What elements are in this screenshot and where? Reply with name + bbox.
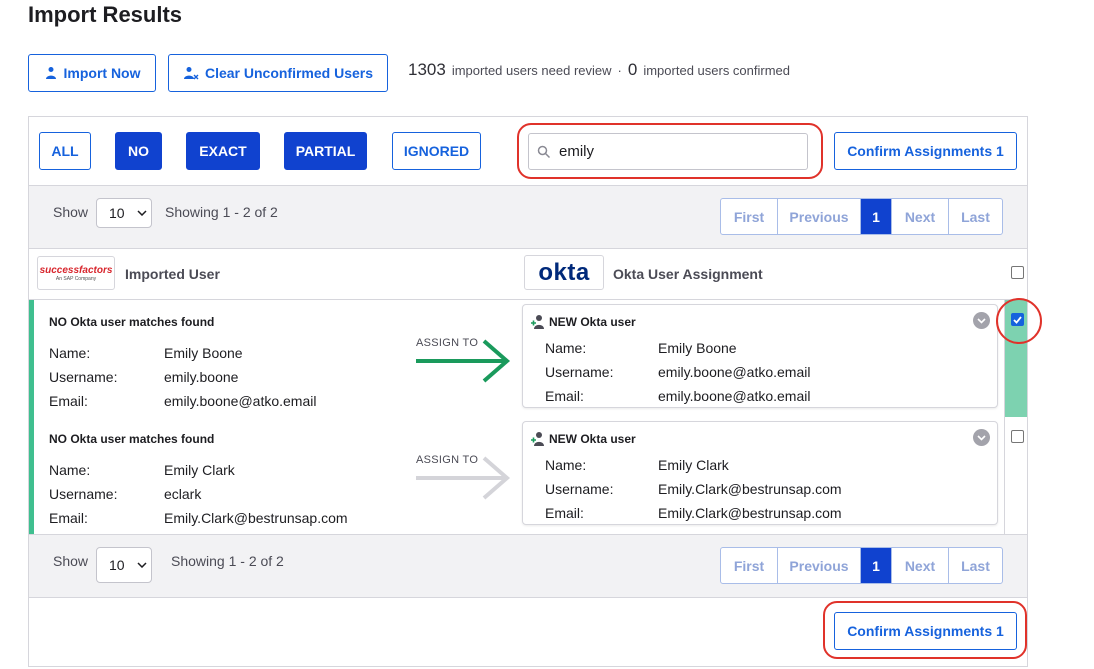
imported-username: emily.boone [164,369,239,385]
pager-previous[interactable]: Previous [778,199,861,234]
expand-chevron-icon[interactable] [973,429,990,446]
card-title: NEW Okta user [549,432,636,446]
import-summary: 1303 imported users need review · 0 impo… [408,60,790,80]
select-all-checkbox[interactable] [1011,266,1024,279]
pager-next[interactable]: Next [892,199,949,234]
sf-logo-sub: An SAP Company [55,275,97,282]
okta-logo: okta [524,255,604,290]
confirm-assignments-button-top[interactable]: Confirm Assignments 1 [834,132,1017,170]
summary-separator: · [617,63,622,78]
confirmed-count: 0 [627,60,638,79]
pager-first[interactable]: First [721,548,778,583]
filter-partial-button[interactable]: PARTIAL [284,132,367,170]
card-email-label: Email: [545,388,584,404]
card-username-label: Username: [545,364,614,380]
assign-arrow-icon [416,456,511,500]
pager-previous[interactable]: Previous [778,548,861,583]
pager-last[interactable]: Last [949,199,1002,234]
search-highlight-ring [517,123,823,179]
pager-top: First Previous 1 Next Last [720,198,1003,235]
card-name: Emily Boone [658,340,737,356]
card-username: emily.boone@atko.email [658,364,811,380]
showing-range-bottom: Showing 1 - 2 of 2 [171,553,284,569]
divider [29,185,1027,186]
pager-current[interactable]: 1 [861,199,892,234]
user-remove-icon [183,67,199,80]
import-now-label: Import Now [63,65,141,81]
page-size-value: 10 [109,205,125,221]
page-title: Import Results [28,2,183,27]
imported-email: emily.boone@atko.email [164,393,317,409]
import-now-button[interactable]: Import Now [28,54,156,92]
card-name-label: Name: [545,340,587,356]
assign-arrow-icon [416,339,511,383]
card-email: Emily.Clark@bestrunsap.com [658,505,842,521]
username-label: Username: [49,486,118,502]
imported-name: Emily Clark [164,462,235,478]
card-name: Emily Clark [658,457,729,473]
divider [29,248,1027,249]
show-label-bottom: Show [53,553,89,569]
new-user-icon [531,432,544,446]
card-email: emily.boone@atko.email [658,388,811,404]
sf-logo-text: successfactors [39,264,113,276]
imported-email: Emily.Clark@bestrunsap.com [164,510,348,526]
new-user-icon [531,315,544,329]
pager-next[interactable]: Next [892,548,949,583]
pager-first[interactable]: First [721,199,778,234]
card-title: NEW Okta user [549,315,636,329]
confirmed-text: imported users confirmed [643,63,791,78]
review-text: imported users need review [451,63,612,78]
filter-no-button[interactable]: NO [115,132,162,170]
pager-current[interactable]: 1 [861,548,892,583]
divider [29,597,1027,598]
card-username: Emily.Clark@bestrunsap.com [658,481,842,497]
card-email-label: Email: [545,505,584,521]
row-select-checkbox[interactable] [1011,430,1024,443]
name-label: Name: [49,462,91,478]
filter-all-button[interactable]: ALL [39,132,91,170]
filter-exact-button[interactable]: EXACT [186,132,260,170]
chevron-down-icon [137,210,147,216]
clear-unconfirmed-users-button[interactable]: Clear Unconfirmed Users [168,54,388,92]
card-username-label: Username: [545,481,614,497]
card-name-label: Name: [545,457,587,473]
checkbox-highlight-ring [996,298,1042,344]
imported-user-header: Imported User [125,266,220,282]
okta-assignment-header: Okta User Assignment [613,266,763,282]
filter-ignored-button[interactable]: IGNORED [392,132,481,170]
email-label: Email: [49,393,88,409]
match-status: NO Okta user matches found [49,315,215,329]
review-count: 1303 [408,60,446,79]
show-label-top: Show [53,204,89,220]
username-label: Username: [49,369,118,385]
imported-name: Emily Boone [164,345,243,361]
page-size-select-bottom[interactable]: 10 [96,547,152,583]
divider [29,299,1027,300]
page-size-value: 10 [109,557,125,573]
user-import-icon [45,67,56,79]
imported-username: eclark [164,486,202,502]
match-status-bar [29,300,34,534]
okta-assignment-card[interactable]: NEW Okta user Name: Emily Clark Username… [522,421,998,525]
clear-unconfirmed-label: Clear Unconfirmed Users [204,65,374,81]
page-size-select-top[interactable]: 10 [96,198,152,228]
showing-range-top: Showing 1 - 2 of 2 [165,204,278,220]
pager-bottom: First Previous 1 Next Last [720,547,1003,584]
email-label: Email: [49,510,88,526]
okta-assignment-card[interactable]: NEW Okta user Name: Emily Boone Username… [522,304,998,408]
match-status: NO Okta user matches found [49,432,215,446]
chevron-down-icon [137,562,147,568]
divider [29,534,1027,535]
okta-logo-text: okta [538,258,590,286]
successfactors-logo: successfactors An SAP Company [37,256,115,290]
confirm-highlight-ring [823,601,1027,659]
name-label: Name: [49,345,91,361]
pager-last[interactable]: Last [949,548,1002,583]
expand-chevron-icon[interactable] [973,312,990,329]
